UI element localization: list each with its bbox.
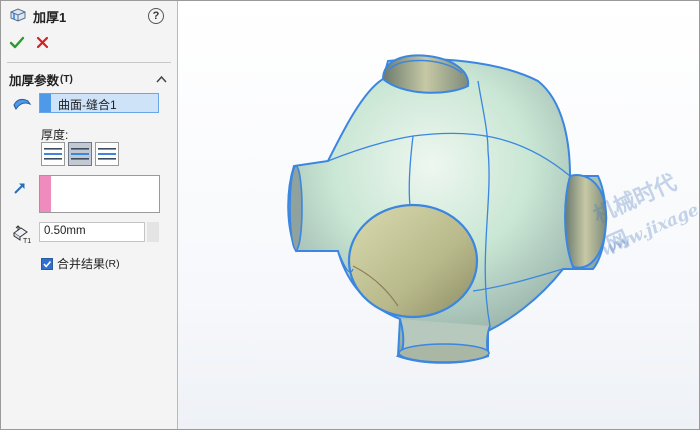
thicken-params-header[interactable]: 加厚参数 (T) — [9, 70, 73, 89]
thickness-t1-icon: T1 — [11, 224, 33, 247]
section-title: 加厚参数 — [9, 74, 60, 88]
collapse-caret-icon[interactable] — [156, 72, 167, 86]
merge-result-label: 合并结果 — [57, 257, 106, 271]
feature-title-row: 加厚1 — [9, 7, 66, 26]
selection-color-swatch-pink — [40, 176, 51, 212]
merge-result-shortcut: (R) — [105, 257, 120, 270]
confirm-check-icon[interactable] — [9, 35, 25, 54]
svg-text:T1: T1 — [23, 238, 31, 244]
face-selection-box[interactable]: 曲面-缝合1 — [39, 93, 159, 113]
thicken-feature-icon — [9, 7, 27, 26]
property-manager-panel: 加厚1 ? 加厚参数 (T) 曲面-缝合1 厚度: T1 0.50mm 合并结果… — [1, 1, 178, 429]
section-shortcut: (T) — [60, 74, 73, 85]
face-selection-value: 曲面-缝合1 — [58, 98, 117, 112]
thicken-side2-icon — [98, 148, 116, 160]
direction-selection-box[interactable] — [39, 175, 160, 213]
thicken-side1-button[interactable] — [41, 142, 65, 166]
surface-face-icon — [12, 96, 32, 115]
thicken-side2-button[interactable] — [95, 142, 119, 166]
cancel-x-icon[interactable] — [35, 35, 50, 53]
thicken-both-button[interactable] — [68, 142, 92, 166]
merge-result-option[interactable]: 合并结果 (R) — [41, 255, 120, 272]
divider — [7, 62, 171, 63]
direction-arrow-icon — [13, 181, 27, 198]
graphics-viewport[interactable]: 机械时代网 www.jixage.com — [178, 1, 699, 429]
thickness-input[interactable]: 0.50mm — [39, 222, 145, 242]
feature-title: 加厚1 — [33, 10, 67, 25]
merge-result-checkbox[interactable] — [41, 257, 53, 270]
thicken-both-icon — [71, 148, 89, 160]
help-icon[interactable]: ? — [148, 8, 164, 24]
thicken-side1-icon — [44, 148, 62, 160]
thickness-label: 厚度: — [41, 128, 69, 142]
thickness-spinner[interactable] — [147, 222, 159, 242]
selection-color-swatch — [40, 94, 51, 112]
